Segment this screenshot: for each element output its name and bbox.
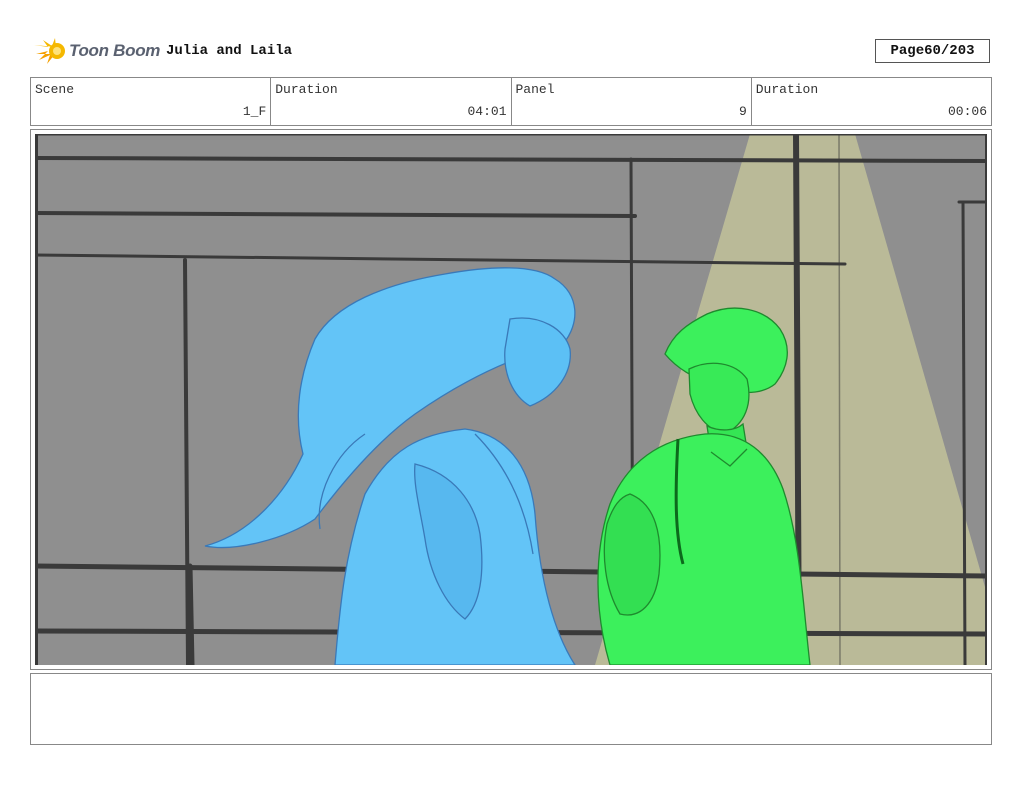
panel-info-row: Scene 1_F Duration 04:01 Panel 9 Duratio… — [30, 77, 992, 126]
project-title: Julia and Laila — [166, 43, 293, 59]
panel-label: Panel — [515, 82, 555, 97]
panel-duration-label: Duration — [755, 82, 819, 97]
page-label: Page — [890, 43, 925, 59]
storyboard-panel-frame — [30, 129, 992, 670]
toon-boom-logo: Toon Boom — [33, 36, 160, 66]
scene-duration-label: Duration — [275, 82, 338, 97]
panel-cell: Panel 9 — [512, 78, 752, 125]
panel-notes-box — [30, 673, 992, 745]
scene-label: Scene — [35, 82, 75, 97]
scene-cell: Scene 1_F — [31, 78, 272, 125]
panel-value: 9 — [738, 104, 747, 119]
scene-value: 1_F — [242, 104, 267, 119]
panel-duration-value: 00:06 — [947, 104, 987, 119]
scene-duration-value: 04:01 — [467, 104, 507, 119]
scene-duration-cell: Duration 04:01 — [271, 78, 512, 125]
page-indicator: Page 60/203 — [875, 39, 990, 63]
panel-duration-cell: Duration 00:06 — [752, 78, 991, 125]
logo-text: Toon Boom — [69, 41, 161, 60]
storyboard-panel-image — [35, 134, 987, 665]
page-number: 60/203 — [924, 43, 975, 59]
boy-arm — [603, 493, 661, 616]
toon-boom-star-icon — [34, 38, 65, 64]
